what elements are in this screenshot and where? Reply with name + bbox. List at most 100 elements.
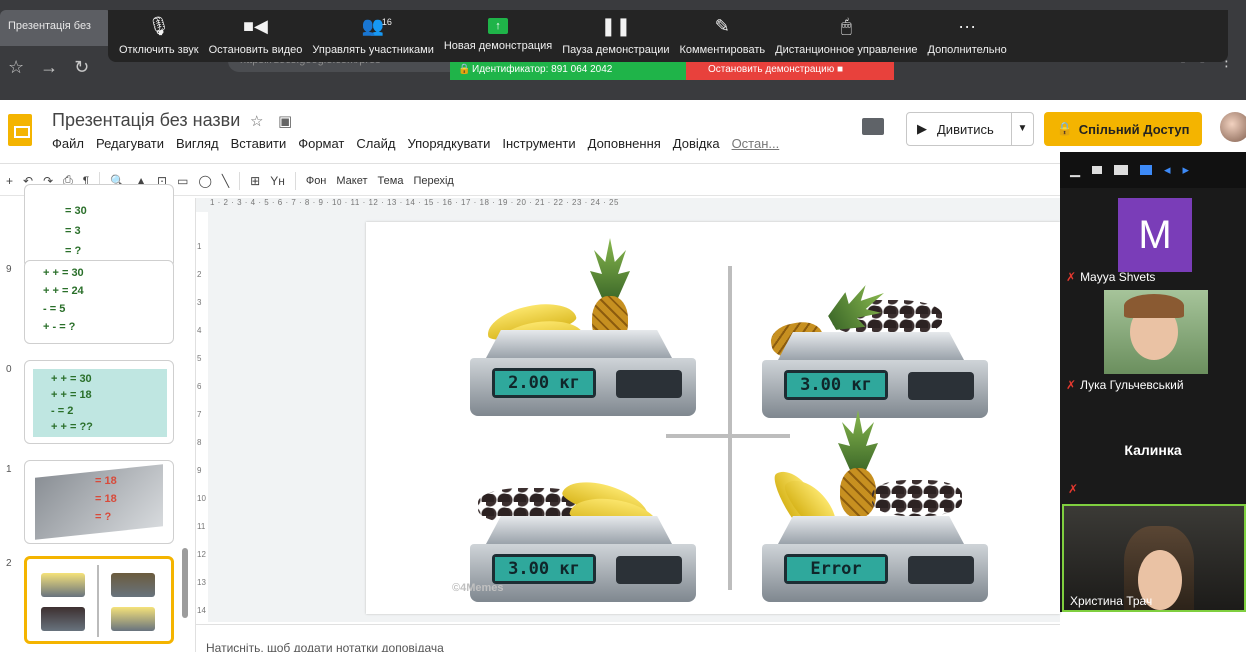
star-icon[interactable]: ☆ — [250, 112, 263, 130]
filmstrip: = 30 = 3 = ? 9 + + = 30 + + = 24 - = 5 +… — [0, 184, 196, 652]
pause-icon: ❚❚ — [600, 16, 631, 36]
scale-plate — [778, 332, 964, 360]
forward-icon[interactable]: → — [40, 57, 58, 78]
more-button[interactable]: ··· Дополнительно — [923, 14, 1012, 60]
menu-edit[interactable]: Редагувати — [96, 136, 164, 151]
minimize-icon[interactable]: ▁ — [1070, 162, 1080, 178]
participant-tile-kalynka[interactable]: Калинка — [1062, 410, 1244, 498]
theme-button[interactable]: Тема — [378, 175, 404, 187]
single-view-icon[interactable] — [1092, 166, 1102, 174]
manage-participants-button[interactable]: 👥 16 Управлять участниками — [307, 14, 438, 60]
menu-file[interactable]: Файл — [52, 136, 84, 151]
participant-tile-mayya[interactable]: ✗ Mayya Shvets — [1066, 270, 1155, 284]
full-view-icon[interactable] — [1114, 165, 1128, 175]
layout-button[interactable]: Макет — [336, 175, 367, 187]
menu-view[interactable]: Вигляд — [176, 136, 219, 151]
chevron-down-icon[interactable]: ▼ — [1011, 113, 1033, 145]
input-tools-icon[interactable]: Yн — [270, 174, 285, 188]
pause-share-button[interactable]: ❚❚ Пауза демонстрации — [557, 14, 674, 60]
slide-thumbnail[interactable]: = 18 = 18 = ? — [24, 460, 174, 544]
participant-initial-avatar: M — [1118, 198, 1192, 272]
muted-mic-icon: ✗ — [1066, 270, 1077, 284]
next-page-icon[interactable]: ▸ — [1183, 162, 1190, 178]
annotate-button[interactable]: ✎ Комментировать — [675, 14, 771, 60]
menu-arrange[interactable]: Упорядкувати — [407, 136, 490, 151]
avatar[interactable] — [1220, 112, 1246, 142]
remote-control-button[interactable]: 🖱 Дистанционное управление — [770, 14, 922, 60]
slide-thumbnail[interactable]: = 30 = 3 = ? — [24, 184, 174, 268]
pen-icon: ✎ — [714, 16, 730, 36]
stop-share-button[interactable]: Остановить демонстрацию ■ — [686, 62, 894, 80]
participant-video-khrystyna[interactable]: Христина Трач — [1062, 504, 1246, 612]
scale-reading: 3.00 кг — [495, 557, 593, 581]
share-status-bar: 🔒 Идентификатор: 891 064 2042 Остановить… — [450, 62, 894, 80]
new-slide-icon[interactable]: + — [6, 174, 13, 188]
browser-tab[interactable]: Презентація без — [0, 10, 112, 46]
slide-thumbnail[interactable]: + + = 30 + + = 24 - = 5 + - = ? — [24, 260, 174, 344]
menu-insert[interactable]: Вставити — [231, 136, 287, 151]
slide-number: 1 — [6, 464, 12, 475]
slide-divider-horizontal[interactable] — [666, 434, 790, 438]
menu-help[interactable]: Довідка — [673, 136, 720, 151]
horizontal-ruler: 1 · 2 · 3 · 4 · 5 · 6 · 7 · 8 · 9 · 10 ·… — [210, 198, 619, 207]
scale-top-right[interactable]: 3.00 кг — [758, 332, 992, 432]
scale-bottom-left[interactable]: 3.00 кг — [466, 516, 700, 616]
comment-icon[interactable] — [862, 118, 884, 135]
zoom-toolbar: 🎙 Отключить звук ■◀ Остановить видео 👥 16… — [108, 10, 1228, 62]
mute-button[interactable]: 🎙 Отключить звук — [114, 14, 204, 60]
scale-keypad — [908, 372, 974, 400]
participant-video-luka[interactable] — [1104, 290, 1208, 374]
microphone-icon: 🎙 — [147, 16, 171, 36]
slide-divider-vertical[interactable] — [728, 266, 732, 590]
present-button[interactable]: ▶ Дивитись ▼ — [906, 112, 1034, 146]
muted-mic-icon: ✗ — [1066, 378, 1077, 392]
participant-tile-luka[interactable]: ✗ Лука Гульчевський — [1066, 378, 1184, 392]
stop-video-button[interactable]: ■◀ Остановить видео — [204, 14, 308, 60]
slides-logo-icon[interactable] — [8, 114, 32, 146]
shape-icon[interactable]: ◯ — [198, 174, 211, 188]
scale-bottom-right[interactable]: Error — [758, 516, 992, 616]
pineapple-image[interactable] — [840, 468, 876, 518]
slide-thumbnail[interactable]: + + = 30 + + = 18 - = 2 + + = ?? — [24, 360, 174, 444]
filmstrip-scrollbar[interactable] — [182, 548, 188, 618]
move-folder-icon[interactable]: ▣ — [278, 112, 292, 130]
lock-icon: 🔒 — [1056, 121, 1073, 136]
line-icon[interactable]: ╲ — [222, 174, 229, 188]
gallery-view-icon[interactable] — [1140, 165, 1152, 175]
bookmark-star-icon[interactable]: ☆ — [8, 57, 24, 78]
document-title[interactable]: Презентація без назви — [52, 110, 240, 131]
comment-add-icon[interactable]: ⊞ — [250, 174, 260, 188]
thumbnail-divider — [97, 565, 99, 637]
new-share-button[interactable]: ↑ Новая демонстрация — [439, 14, 557, 60]
scale-top-left[interactable]: 2.00 кг — [466, 330, 700, 430]
participant-count: 16 — [381, 17, 392, 27]
scale-reading: Error — [787, 557, 885, 581]
scale-reading: 2.00 кг — [495, 371, 593, 395]
last-edit-link[interactable]: Остан... — [732, 136, 780, 151]
muted-mic-icon: ✗ — [1068, 482, 1079, 496]
grapes-image[interactable] — [872, 480, 962, 516]
browser-nav: ☆ → ↻ — [8, 52, 89, 82]
reload-icon[interactable]: ↻ — [74, 57, 89, 78]
scale-plate — [486, 330, 672, 358]
menu-slide[interactable]: Слайд — [356, 136, 395, 151]
thumbnail-scale — [111, 607, 155, 631]
share-button[interactable]: 🔒 Спільний Доступ — [1044, 112, 1202, 146]
speaker-notes[interactable]: Натисніть, щоб додати нотатки доповідача — [196, 624, 1060, 652]
background-button[interactable]: Фон — [306, 175, 327, 187]
scale-display: 2.00 кг — [492, 368, 596, 398]
slide-number: 2 — [6, 558, 12, 569]
prev-page-icon[interactable]: ◂ — [1164, 162, 1171, 178]
slide-thumbnail-selected[interactable] — [24, 556, 174, 644]
menu-tools[interactable]: Інструменти — [502, 136, 575, 151]
menu-format[interactable]: Формат — [298, 136, 344, 151]
share-screen-icon: ↑ — [488, 18, 509, 34]
participant-hair — [1124, 294, 1184, 318]
transition-button[interactable]: Перехід — [413, 175, 453, 187]
scale-plate — [778, 516, 964, 544]
divider — [294, 171, 296, 190]
divider — [239, 171, 241, 190]
menu-addons[interactable]: Доповнення — [588, 136, 661, 151]
lock-icon: 🔒 — [458, 64, 471, 75]
image-icon[interactable]: ▭ — [177, 174, 188, 188]
